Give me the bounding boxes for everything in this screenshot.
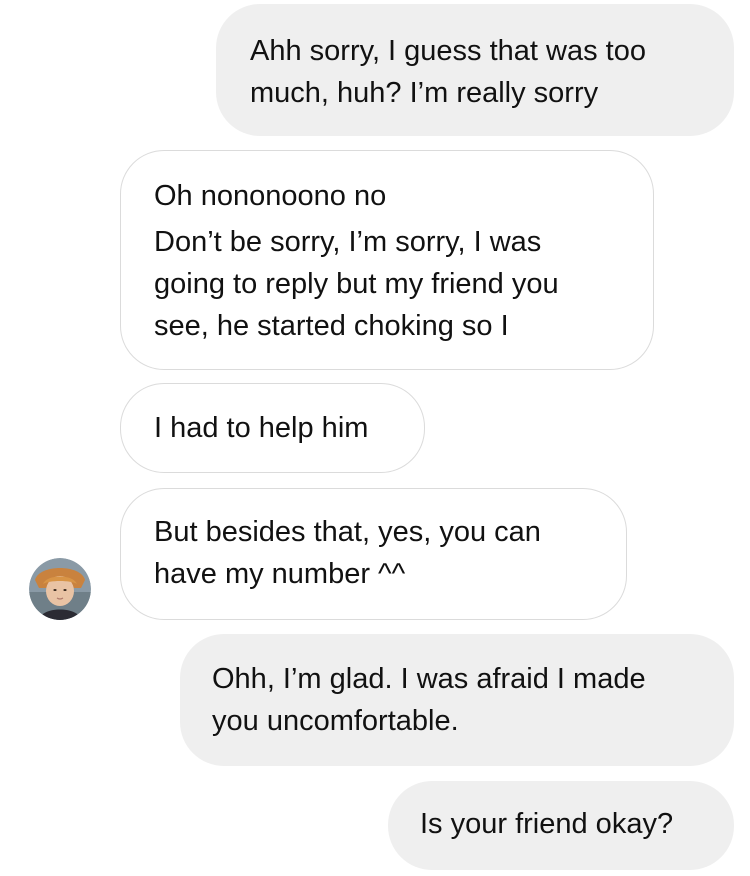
received-message-bubble[interactable]: I had to help him (120, 383, 425, 473)
message-text-line: Oh nononoono no (154, 180, 387, 212)
message-text-line: But besides that, yes, you can (154, 516, 541, 548)
message-text-line: have my number ^^ (154, 558, 406, 590)
message-text-line: I had to help him (154, 412, 369, 444)
received-message-bubble[interactable]: But besides that, yes, you can have my n… (120, 488, 627, 620)
message-text-line: Don’t be sorry, I’m sorry, I was (154, 226, 542, 258)
message-text-line: going to reply but my friend you (154, 268, 559, 300)
message-text-line: Ohh, I’m glad. I was afraid I made (212, 663, 646, 695)
sent-message-bubble[interactable]: Ohh, I’m glad. I was afraid I made you u… (180, 634, 734, 766)
message-text-line: Ahh sorry, I guess that was too (250, 35, 646, 67)
received-message-bubble[interactable]: Oh nononoono no Don’t be sorry, I’m sorr… (120, 150, 654, 370)
sent-message-bubble[interactable]: Ahh sorry, I guess that was too much, hu… (216, 4, 734, 136)
sent-message-bubble[interactable]: Is your friend okay? (388, 781, 734, 870)
message-text-line: much, huh? I’m really sorry (250, 77, 599, 109)
message-text-line: see, he started choking so I (154, 310, 509, 342)
profile-photo-avatar-icon (29, 558, 91, 620)
avatar[interactable] (29, 558, 91, 620)
message-text-line: Is your friend okay? (420, 808, 674, 840)
message-text-line: you uncomfortable. (212, 705, 459, 737)
